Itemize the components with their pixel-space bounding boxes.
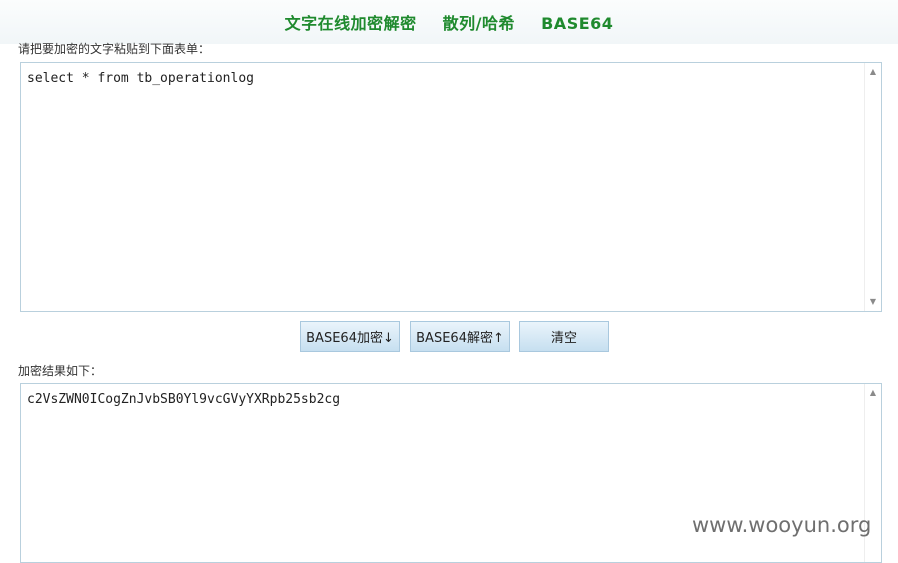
- scroll-up-arrow-icon[interactable]: ▲: [865, 386, 881, 400]
- title-link-hash[interactable]: 散列/哈希: [443, 14, 515, 33]
- input-label: 请把要加密的文字粘贴到下面表单：: [18, 42, 211, 56]
- watermark: www.wooyun.org: [692, 513, 872, 537]
- scroll-down-arrow-icon[interactable]: ▼: [865, 295, 881, 309]
- input-scrollbar[interactable]: ▲ ▼: [864, 63, 881, 311]
- clear-button[interactable]: 清空: [519, 321, 609, 352]
- output-text: c2VsZWN0ICogZnJvbSB0Yl9vcGVyYXRpb25sb2cg: [27, 392, 341, 407]
- page-title: 文字在线加密解密 散列/哈希 BASE64: [0, 10, 898, 34]
- input-text: select * from tb_operationlog: [27, 71, 254, 86]
- scroll-up-arrow-icon[interactable]: ▲: [865, 65, 881, 79]
- input-textarea[interactable]: select * from tb_operationlog ▲ ▼: [20, 62, 882, 312]
- base64-decode-button[interactable]: BASE64解密↑: [410, 321, 510, 352]
- output-label: 加密结果如下：: [18, 364, 103, 378]
- title-link-base64[interactable]: BASE64: [541, 14, 613, 33]
- title-link-text-encrypt[interactable]: 文字在线加密解密: [285, 14, 417, 33]
- base64-encode-button[interactable]: BASE64加密↓: [300, 321, 400, 352]
